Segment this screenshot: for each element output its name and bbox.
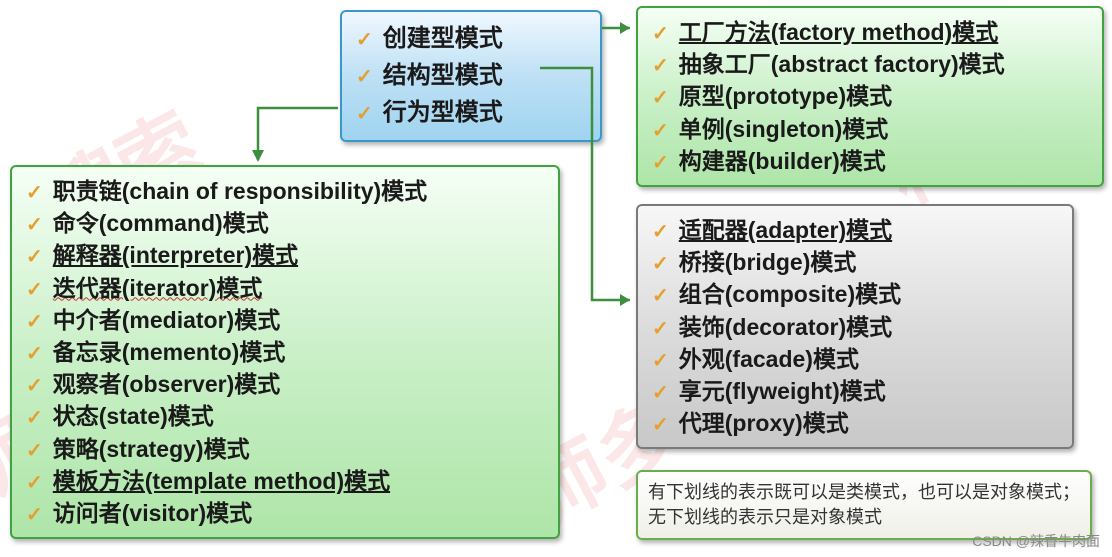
- behavioral-item: ✓ 状态(state)模式: [26, 400, 544, 432]
- check-icon: ✓: [356, 25, 373, 56]
- check-icon: ✓: [26, 243, 43, 271]
- legend-text: 有下划线的表示既可以是类模式，也可以是对象模式；无下划线的表示只是对象模式: [648, 482, 1080, 527]
- structural-item: ✓ 外观(facade)模式: [652, 343, 1058, 375]
- category-item: ✓ 创建型模式: [356, 20, 586, 57]
- check-icon: ✓: [26, 372, 43, 400]
- category-label: 结构型模式: [383, 57, 503, 94]
- structural-item: ✓ 适配器(adapter)模式: [652, 214, 1058, 246]
- check-icon: ✓: [26, 211, 43, 239]
- category-list: ✓ 创建型模式 ✓ 结构型模式 ✓ 行为型模式: [356, 20, 586, 132]
- structural-item: ✓ 享元(flyweight)模式: [652, 375, 1058, 407]
- behavioral-label: 状态(state)模式: [53, 400, 214, 432]
- check-icon: ✓: [356, 62, 373, 93]
- image-credit: CSDN @辣香牛肉面: [972, 531, 1100, 551]
- creational-label: 构建器(builder)模式: [679, 145, 886, 177]
- structural-label: 组合(composite)模式: [679, 278, 901, 310]
- check-icon: ✓: [26, 437, 43, 465]
- behavioral-label: 命令(command)模式: [53, 207, 269, 239]
- creational-patterns-box: ✓ 工厂方法(factory method)模式 ✓ 抽象工厂(abstract fa…: [636, 6, 1104, 187]
- creational-list: ✓ 工厂方法(factory method)模式 ✓ 抽象工厂(abstract fa…: [652, 16, 1088, 177]
- structural-label: 桥接(bridge)模式: [679, 246, 857, 278]
- behavioral-label: 职责链(chain of responsibility)模式: [53, 175, 427, 207]
- behavioral-list: ✓ 职责链(chain of responsibility)模式 ✓ 命令(comma…: [26, 175, 544, 529]
- behavioral-label: 解释器(interpreter)模式: [53, 239, 298, 271]
- check-icon: ✓: [26, 501, 43, 529]
- structural-label: 装饰(decorator)模式: [679, 311, 892, 343]
- behavioral-label: 备忘录(memento)模式: [53, 336, 286, 368]
- structural-patterns-box: ✓ 适配器(adapter)模式 ✓ 桥接(bridge)模式 ✓ 组合(composit…: [636, 204, 1074, 449]
- check-icon: ✓: [356, 99, 373, 130]
- check-icon: ✓: [652, 315, 669, 343]
- check-icon: ✓: [652, 52, 669, 80]
- check-icon: ✓: [652, 282, 669, 310]
- check-icon: ✓: [652, 347, 669, 375]
- structural-item: ✓ 装饰(decorator)模式: [652, 311, 1058, 343]
- behavioral-label: 策略(strategy)模式: [53, 433, 250, 465]
- category-label: 行为型模式: [383, 94, 503, 131]
- behavioral-item: ✓ 访问者(visitor)模式: [26, 497, 544, 529]
- structural-list: ✓ 适配器(adapter)模式 ✓ 桥接(bridge)模式 ✓ 组合(composit…: [652, 214, 1058, 439]
- behavioral-item: ✓ 职责链(chain of responsibility)模式: [26, 175, 544, 207]
- category-label: 创建型模式: [383, 20, 503, 57]
- check-icon: ✓: [26, 340, 43, 368]
- behavioral-item: ✓ 策略(strategy)模式: [26, 433, 544, 465]
- behavioral-item: ✓ 中介者(mediator)模式: [26, 304, 544, 336]
- category-item: ✓ 行为型模式: [356, 94, 586, 131]
- behavioral-item: ✓ 迭代器(iterator)模式: [26, 272, 544, 304]
- structural-label: 外观(facade)模式: [679, 343, 859, 375]
- category-item: ✓ 结构型模式: [356, 57, 586, 94]
- check-icon: ✓: [26, 308, 43, 336]
- behavioral-label: 模板方法(template method)模式: [53, 465, 390, 497]
- creational-label: 单例(singleton)模式: [679, 113, 889, 145]
- behavioral-item: ✓ 观察者(observer)模式: [26, 368, 544, 400]
- behavioral-label: 观察者(observer)模式: [53, 368, 280, 400]
- behavioral-label: 中介者(mediator)模式: [53, 304, 280, 336]
- structural-item: ✓ 桥接(bridge)模式: [652, 246, 1058, 278]
- creational-label: 工厂方法(factory method)模式: [679, 16, 998, 48]
- behavioral-item: ✓ 命令(command)模式: [26, 207, 544, 239]
- check-icon: ✓: [652, 20, 669, 48]
- behavioral-item: ✓ 模板方法(template method)模式: [26, 465, 544, 497]
- category-box: ✓ 创建型模式 ✓ 结构型模式 ✓ 行为型模式: [340, 10, 602, 142]
- check-icon: ✓: [26, 179, 43, 207]
- structural-item: ✓ 组合(composite)模式: [652, 278, 1058, 310]
- creational-item: ✓ 原型(prototype)模式: [652, 80, 1088, 112]
- structural-label: 代理(proxy)模式: [679, 407, 849, 439]
- behavioral-item: ✓ 解释器(interpreter)模式: [26, 239, 544, 271]
- check-icon: ✓: [26, 276, 43, 304]
- creational-label: 原型(prototype)模式: [679, 80, 892, 112]
- behavioral-label: 迭代器(iterator)模式: [53, 272, 263, 304]
- behavioral-patterns-box: ✓ 职责链(chain of responsibility)模式 ✓ 命令(comma…: [10, 165, 560, 539]
- behavioral-item: ✓ 备忘录(memento)模式: [26, 336, 544, 368]
- creational-item: ✓ 单例(singleton)模式: [652, 113, 1088, 145]
- check-icon: ✓: [652, 250, 669, 278]
- structural-item: ✓ 代理(proxy)模式: [652, 407, 1058, 439]
- legend-note: 有下划线的表示既可以是类模式，也可以是对象模式；无下划线的表示只是对象模式: [636, 470, 1092, 540]
- check-icon: ✓: [26, 469, 43, 497]
- creational-item: ✓ 构建器(builder)模式: [652, 145, 1088, 177]
- check-icon: ✓: [652, 117, 669, 145]
- creational-item: ✓ 工厂方法(factory method)模式: [652, 16, 1088, 48]
- check-icon: ✓: [26, 404, 43, 432]
- check-icon: ✓: [652, 379, 669, 407]
- check-icon: ✓: [652, 218, 669, 246]
- check-icon: ✓: [652, 149, 669, 177]
- creational-item: ✓ 抽象工厂(abstract factory)模式: [652, 48, 1088, 80]
- structural-label: 享元(flyweight)模式: [679, 375, 886, 407]
- check-icon: ✓: [652, 411, 669, 439]
- check-icon: ✓: [652, 84, 669, 112]
- behavioral-label: 访问者(visitor)模式: [53, 497, 252, 529]
- structural-label: 适配器(adapter)模式: [679, 214, 892, 246]
- creational-label: 抽象工厂(abstract factory)模式: [679, 48, 1005, 80]
